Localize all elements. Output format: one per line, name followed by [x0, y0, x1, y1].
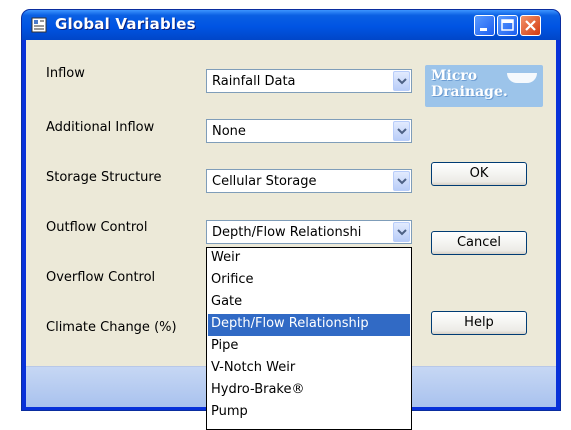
chevron-down-icon — [397, 178, 407, 185]
chevron-down-icon — [397, 128, 407, 135]
app-icon — [31, 17, 47, 33]
inflow-value: Rainfall Data — [212, 74, 296, 89]
storage-structure-value: Cellular Storage — [212, 174, 317, 189]
window-title: Global Variables — [55, 15, 196, 33]
minimize-icon — [480, 28, 487, 31]
option-pipe[interactable]: Pipe — [208, 336, 410, 358]
option-v-notch-weir[interactable]: V-Notch Weir — [208, 358, 410, 380]
close-icon — [525, 20, 536, 31]
cancel-button[interactable]: Cancel — [431, 231, 527, 255]
additional-inflow-label: Additional Inflow — [46, 120, 155, 135]
storage-structure-select[interactable]: Cellular Storage — [206, 169, 412, 193]
option-depth-flow-relationship[interactable]: Depth/Flow Relationship — [208, 314, 410, 336]
option-gate[interactable]: Gate — [208, 292, 410, 314]
outflow-control-label: Outflow Control — [46, 220, 148, 235]
chevron-down-icon — [397, 229, 407, 236]
inflow-select[interactable]: Rainfall Data — [206, 69, 412, 93]
dropdown-arrow-button[interactable] — [393, 222, 410, 242]
logo-text-line2: Drainage. — [431, 84, 508, 100]
logo-text-line1: Micro — [431, 68, 478, 84]
micro-drainage-logo: Micro Drainage. — [425, 65, 543, 107]
outflow-control-select[interactable]: Depth/Flow Relationshi — [206, 220, 412, 244]
option-weir[interactable]: Weir — [208, 248, 410, 270]
option-hydro-brake[interactable]: Hydro-Brake® — [208, 380, 410, 402]
logo-wave-icon — [507, 73, 537, 83]
minimize-button[interactable] — [474, 15, 495, 36]
dropdown-arrow-button[interactable] — [393, 71, 410, 91]
dropdown-arrow-button[interactable] — [393, 171, 410, 191]
additional-inflow-select[interactable]: None — [206, 119, 412, 143]
inflow-label: Inflow — [46, 66, 85, 81]
storage-structure-label: Storage Structure — [46, 170, 162, 185]
chevron-down-icon — [397, 78, 407, 85]
outflow-control-dropdown-list[interactable]: Weir Orifice Gate Depth/Flow Relationshi… — [206, 247, 412, 430]
overflow-control-label: Overflow Control — [46, 270, 156, 285]
option-orifice[interactable]: Orifice — [208, 270, 410, 292]
maximize-button[interactable] — [497, 15, 518, 36]
option-pump[interactable]: Pump — [208, 402, 410, 424]
dropdown-arrow-button[interactable] — [393, 121, 410, 141]
title-bar[interactable]: Global Variables — [22, 10, 560, 40]
additional-inflow-value: None — [212, 124, 246, 139]
maximize-icon — [501, 19, 514, 31]
climate-change-label: Climate Change (%) — [46, 320, 177, 335]
help-button[interactable]: Help — [431, 311, 527, 335]
outflow-control-value: Depth/Flow Relationshi — [212, 225, 362, 240]
ok-button[interactable]: OK — [431, 162, 527, 186]
close-button[interactable] — [520, 15, 541, 36]
